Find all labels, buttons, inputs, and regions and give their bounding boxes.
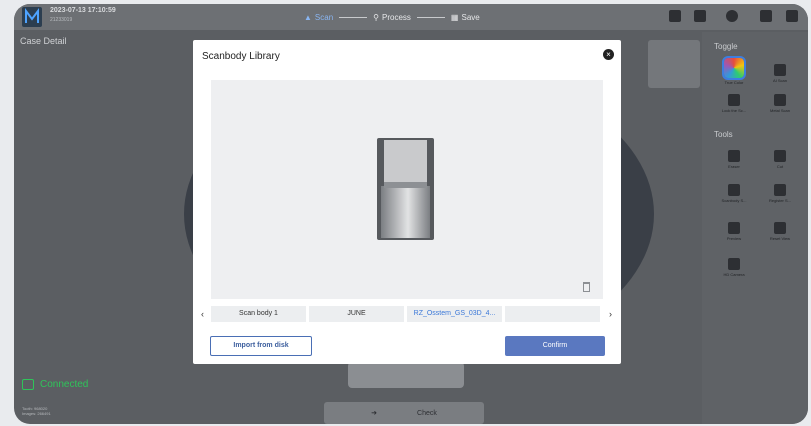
connection-label: Connected [40, 379, 89, 390]
scan-icon: ▲ [304, 12, 312, 22]
step-label: Process [382, 12, 411, 22]
library-item-selected[interactable]: RZ_Osstem_GS_03D_4... [407, 306, 502, 322]
info-line: Images: 266491 [22, 411, 51, 416]
datetime: 2023-07-13 17:10:59 [50, 7, 116, 14]
step-divider [339, 16, 368, 18]
step-process[interactable]: ⚲ Process [373, 13, 411, 22]
lock-icon [728, 94, 740, 106]
check-button[interactable]: Check [417, 410, 437, 417]
import-from-disk-button[interactable]: Import from disk [210, 336, 312, 356]
toggle-title: Toggle [714, 42, 738, 51]
metal-scan-toggle[interactable]: Metal Scan [760, 94, 800, 113]
register-tool[interactable]: Register S... [760, 184, 800, 203]
step-save[interactable]: ▦ Save [451, 13, 480, 22]
dialog-title: Scanbody Library [202, 51, 280, 62]
ai-icon [774, 64, 786, 76]
top-bar: 2023-07-13 17:10:59 21233019 ▲ Scan ⚲ Pr… [14, 4, 808, 30]
true-color-toggle[interactable]: True Color [714, 56, 754, 85]
scanbody-preview[interactable] [211, 80, 603, 299]
chevron-left-icon[interactable]: ‹ [201, 309, 204, 319]
cut-tool[interactable]: Cut [760, 150, 800, 169]
connection-status: Connected [22, 379, 88, 390]
workflow-steps: ▲ Scan ⚲ Process ▦ Save [304, 9, 480, 25]
check-bar: ➜ Check [324, 402, 484, 424]
close-icon[interactable]: × [603, 49, 614, 60]
register-icon [774, 184, 786, 196]
monitor-icon [22, 379, 34, 390]
eraser-icon [728, 150, 740, 162]
scan-info: Tooth: 968020 Images: 266491 [22, 406, 51, 416]
scanbody-tool[interactable]: Scanbody S... [714, 184, 754, 203]
confirm-button[interactable]: Confirm [505, 336, 605, 356]
step-divider [416, 16, 445, 18]
save-icon: ▦ [450, 12, 459, 22]
tools-title: Tools [714, 130, 733, 139]
preview-tool[interactable]: Preview [714, 222, 754, 241]
library-list: ‹ Scan body 1 JUNE RZ_Osstem_GS_03D_4...… [193, 306, 621, 324]
ai-scan-toggle[interactable]: AI Scan [760, 64, 800, 83]
hd-camera-tool[interactable]: HD Camera [714, 258, 754, 277]
cut-icon [774, 150, 786, 162]
scanbody-thumbnail[interactable] [648, 40, 700, 88]
step-label: Save [461, 12, 480, 22]
screenshot-icon[interactable] [669, 10, 681, 22]
search-icon: ⚲ [373, 12, 380, 22]
right-panel: Toggle True Color AI Scan Lock the Sc...… [702, 32, 808, 424]
scanbody-model [377, 138, 434, 240]
eraser-tool[interactable]: Eraser [714, 150, 754, 169]
reset-view-tool[interactable]: Reset View [760, 222, 800, 241]
minimize-icon[interactable] [760, 10, 772, 22]
chevron-right-icon[interactable]: › [609, 309, 612, 319]
camera-icon [728, 258, 740, 270]
case-number: 21233019 [50, 17, 73, 23]
library-item[interactable] [505, 306, 600, 322]
library-item[interactable]: Scan body 1 [211, 306, 306, 322]
scanbody-icon [728, 184, 740, 196]
arrow-right-icon: ➜ [371, 410, 378, 417]
preview-icon [728, 222, 740, 234]
trash-icon[interactable] [583, 282, 590, 292]
settings-icon[interactable] [726, 10, 738, 22]
lock-toggle[interactable]: Lock the Sc... [714, 94, 754, 113]
page-title: Case Detail [20, 36, 67, 46]
app-logo-icon [22, 7, 42, 27]
step-scan[interactable]: ▲ Scan [304, 13, 333, 22]
gallery-icon[interactable] [694, 10, 706, 22]
metal-icon [774, 94, 786, 106]
close-window-icon[interactable] [786, 10, 798, 22]
color-wheel-icon [722, 56, 746, 80]
zoom-icon [774, 222, 786, 234]
scanbody-library-dialog: Scanbody Library × ‹ Scan body 1 JUNE RZ… [193, 40, 621, 364]
step-label: Scan [314, 12, 334, 22]
library-item[interactable]: JUNE [309, 306, 404, 322]
scan-toolbar[interactable] [348, 362, 464, 388]
